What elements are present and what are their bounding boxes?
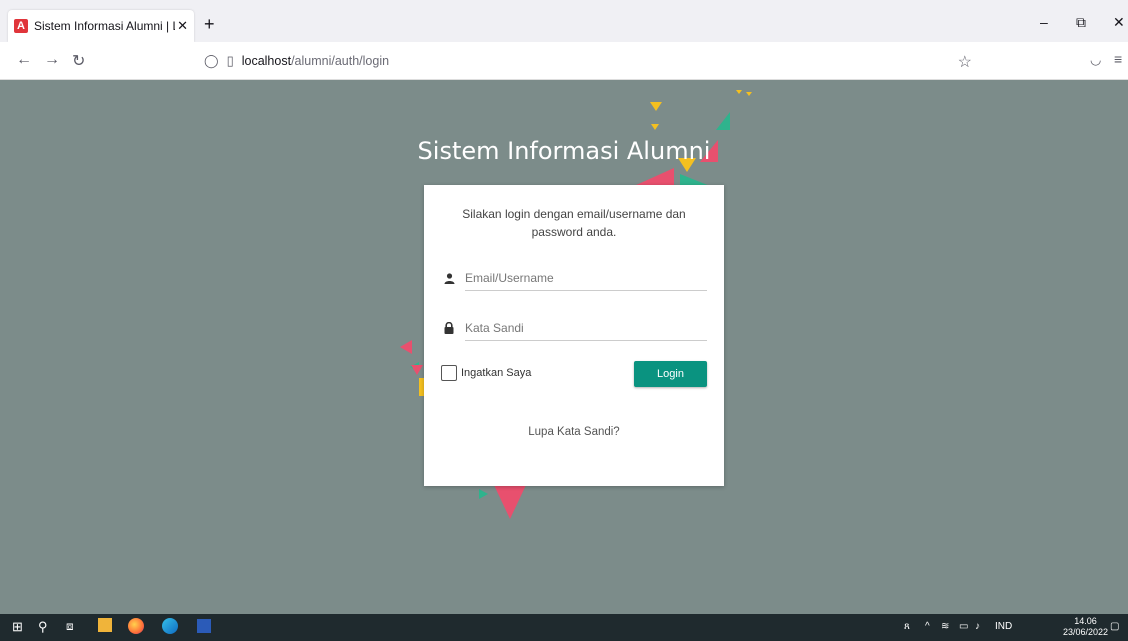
task-view-icon[interactable]: ⧈ <box>66 619 74 634</box>
decor-triangle <box>746 92 752 96</box>
decor-triangle <box>494 485 526 519</box>
notification-icon[interactable]: ▢ <box>1110 621 1119 632</box>
browser-tab[interactable]: A Sistem Informasi Alumni | Login ✕ <box>8 10 194 42</box>
volume-icon[interactable]: ♪ <box>975 621 980 632</box>
language-indicator[interactable]: IND <box>995 621 1012 632</box>
pocket-icon[interactable]: ◡ <box>1090 52 1101 68</box>
decor-triangle <box>634 168 674 186</box>
back-icon[interactable]: ← <box>16 51 32 69</box>
decor-triangle <box>479 489 488 499</box>
restore-window-icon[interactable]: ⧉ <box>1076 14 1086 31</box>
file-explorer-icon[interactable] <box>98 618 112 632</box>
url-path: /alumni/auth/login <box>291 54 390 68</box>
login-button[interactable]: Login <box>634 361 707 387</box>
windows-start-icon[interactable]: ⊞ <box>12 619 23 635</box>
firefox-icon[interactable] <box>128 618 144 634</box>
remember-label: Ingatkan Saya <box>461 367 532 379</box>
remember-me[interactable]: Ingatkan Saya <box>441 365 531 381</box>
battery-icon[interactable]: ▭ <box>959 621 968 632</box>
browser-tab-bar: A Sistem Informasi Alumni | Login ✕ + – … <box>0 0 1128 42</box>
password-field-group <box>442 315 707 341</box>
people-icon[interactable]: ጸ <box>904 621 910 632</box>
search-icon[interactable]: ⚲ <box>38 619 48 635</box>
email-field-group <box>442 265 707 291</box>
clock[interactable]: 14.06 23/06/2022 <box>1063 616 1108 638</box>
browser-nav-bar: ← → ↻ ◯ ▯ localhost/alumni/auth/login ☆ … <box>0 42 1128 80</box>
edge-icon[interactable] <box>162 618 178 634</box>
decor-triangle <box>736 90 742 94</box>
decor-triangle <box>716 112 730 130</box>
url-text: localhost/alumni/auth/login <box>242 54 389 68</box>
chevron-up-icon[interactable]: ^ <box>925 621 930 632</box>
close-window-icon[interactable]: ✕ <box>1113 14 1125 31</box>
clock-date: 23/06/2022 <box>1063 627 1109 637</box>
page-icon: ▯ <box>226 53 234 68</box>
close-tab-icon[interactable]: ✕ <box>177 18 188 34</box>
bookmark-star-icon[interactable]: ☆ <box>958 52 972 72</box>
site-favicon-icon: A <box>14 19 28 33</box>
windows-taskbar: ⊞ ⚲ ⧈ ጸ ^ ≋ ▭ ♪ IND 14.06 23/06/2022 ▢ <box>0 614 1128 641</box>
forgot-password-link[interactable]: Lupa Kata Sandi? <box>424 426 724 438</box>
url-host: localhost <box>241 54 292 68</box>
login-intro-text: Silakan login dengan email/username dan … <box>462 207 686 239</box>
decor-triangle <box>411 365 423 375</box>
email-input[interactable] <box>465 265 707 291</box>
decor-triangle <box>651 124 659 130</box>
reload-icon[interactable]: ↻ <box>72 51 85 71</box>
forward-icon[interactable]: → <box>44 51 60 69</box>
new-tab-icon[interactable]: + <box>204 14 215 35</box>
user-icon <box>442 272 456 284</box>
minimize-window-icon[interactable]: – <box>1040 14 1048 30</box>
tab-title: Sistem Informasi Alumni | Login <box>34 19 175 33</box>
menu-icon[interactable]: ≡ <box>1114 51 1122 67</box>
page-title: Sistem Informasi Alumni <box>417 137 711 165</box>
wifi-icon[interactable]: ≋ <box>941 621 949 632</box>
remember-checkbox[interactable] <box>441 365 457 381</box>
word-icon[interactable] <box>197 619 211 633</box>
clock-time: 14.06 <box>1074 616 1097 626</box>
lock-icon <box>442 322 456 334</box>
decor-triangle <box>650 102 662 111</box>
login-card: Silakan login dengan email/username dan … <box>424 185 724 486</box>
address-bar[interactable]: ◯ ▯ localhost/alumni/auth/login ☆ <box>196 47 986 75</box>
shield-icon[interactable]: ◯ <box>204 53 219 69</box>
password-input[interactable] <box>465 315 707 341</box>
decor-triangle <box>400 340 412 354</box>
page-background: Sistem Informasi Alumni Silakan login de… <box>0 80 1128 614</box>
